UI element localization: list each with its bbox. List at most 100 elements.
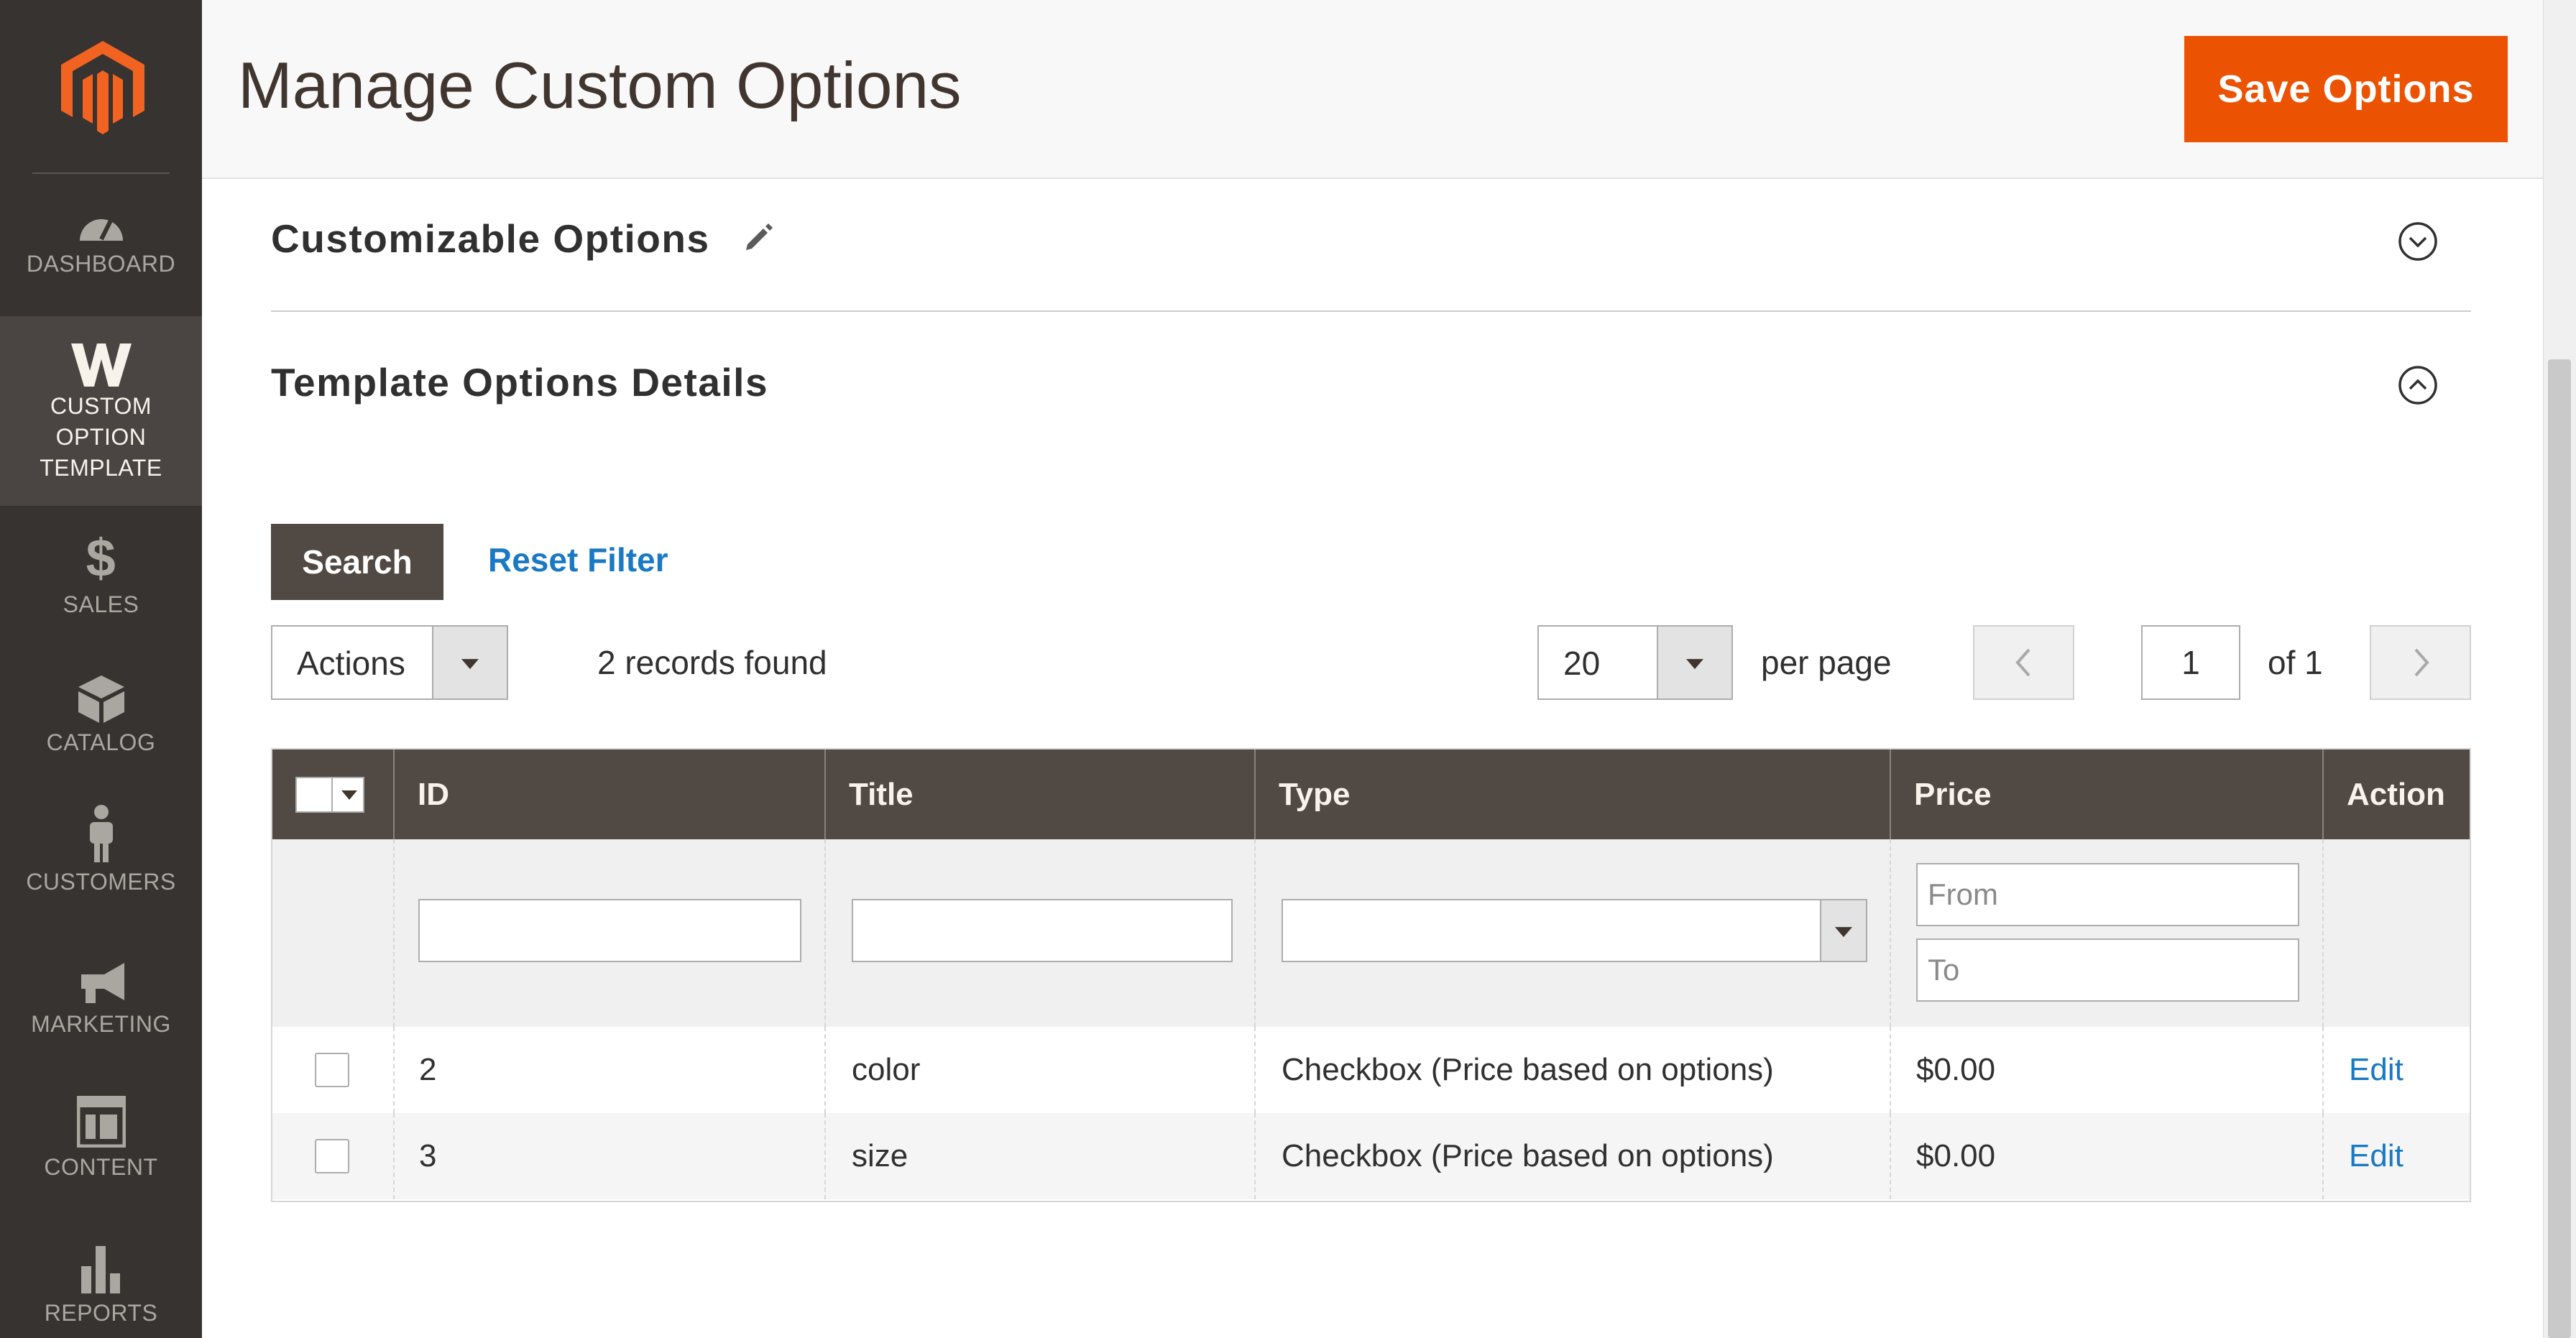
row-price: $0.00	[1916, 1052, 1996, 1087]
column-divider	[824, 1027, 826, 1113]
chevron-down-icon	[461, 659, 479, 670]
column-divider	[393, 1113, 395, 1199]
nav-customers-label: CUSTOMERS	[26, 869, 176, 895]
bar-chart-icon	[80, 1246, 120, 1293]
chevron-up-circle-icon[interactable]	[2398, 365, 2438, 405]
column-header-type[interactable]: Type	[1256, 749, 1891, 839]
title-filter-input[interactable]	[852, 899, 1233, 962]
type-filter-toggle[interactable]	[1820, 900, 1866, 961]
logo-divider	[32, 172, 170, 174]
app-window: DASHBOARD CUSTOM OPTION TEMPLATE $ SALES…	[0, 0, 2576, 1338]
price-to-input[interactable]: To	[1916, 938, 2299, 1002]
nav-custom-option-template[interactable]: CUSTOM OPTION TEMPLATE	[0, 316, 202, 506]
row-type: Checkbox (Price based on options)	[1282, 1052, 1774, 1087]
mass-actions-dropdown[interactable]: Actions	[271, 625, 508, 700]
column-divider	[1890, 1113, 1891, 1199]
column-divider	[824, 839, 826, 1027]
row-id: 3	[419, 1138, 437, 1173]
mass-actions-toggle[interactable]	[432, 627, 507, 698]
pencil-edit-icon[interactable]	[742, 221, 775, 254]
id-filter-input[interactable]	[418, 899, 801, 962]
mass-select-checkbox[interactable]	[295, 777, 364, 813]
table-row[interactable]: 3 size Checkbox (Price based on options)…	[272, 1113, 2470, 1199]
magento-logo[interactable]	[61, 41, 144, 134]
nav-custom-option-label-2: OPTION	[55, 424, 147, 450]
nav-marketing-label: MARKETING	[31, 1011, 171, 1037]
column-divider	[2322, 1027, 2324, 1113]
chevron-right-icon	[2414, 648, 2429, 677]
column-divider	[1254, 1113, 1256, 1199]
nav-dashboard[interactable]: DASHBOARD	[0, 205, 202, 280]
nav-marketing[interactable]: MARKETING	[0, 961, 202, 1040]
nav-catalog[interactable]: CATALOG	[0, 675, 202, 758]
chevron-down-icon	[341, 790, 357, 800]
nav-catalog-label: CATALOG	[46, 729, 156, 755]
chevron-down-icon	[1686, 659, 1703, 670]
mass-select-separator	[331, 778, 333, 811]
template-options-details-title[interactable]: Template Options Details	[271, 359, 768, 405]
per-page-select[interactable]: 20	[1537, 625, 1733, 700]
type-filter-select[interactable]	[1282, 899, 1867, 962]
mass-actions-label: Actions	[297, 645, 405, 682]
search-button[interactable]: Search	[271, 524, 443, 600]
nav-sales-label: SALES	[63, 591, 139, 617]
row-price: $0.00	[1916, 1138, 1996, 1173]
vertical-scrollbar[interactable]	[2543, 0, 2576, 1338]
custom-option-template-icon	[70, 343, 132, 387]
nav-content[interactable]: CONTENT	[0, 1096, 202, 1183]
row-title: color	[852, 1052, 921, 1087]
megaphone-icon	[80, 963, 124, 1003]
column-divider	[1254, 1027, 1256, 1113]
row-checkbox[interactable]	[315, 1053, 349, 1087]
column-header-action: Action	[2347, 777, 2445, 812]
nav-customers[interactable]: CUSTOMERS	[0, 805, 202, 898]
per-page-value: 20	[1563, 645, 1601, 682]
nav-custom-option-label-1: CUSTOM	[50, 393, 152, 419]
per-page-label: per page	[1761, 644, 1892, 681]
column-divider	[824, 1113, 826, 1199]
column-divider	[393, 839, 395, 1027]
chevron-left-icon	[2015, 648, 2030, 677]
nav-reports-label: REPORTS	[44, 1300, 158, 1326]
prev-page-button[interactable]	[1973, 625, 2074, 700]
customizable-options-title[interactable]: Customizable Options	[271, 216, 710, 262]
nav-dashboard-label: DASHBOARD	[26, 251, 176, 277]
reset-filter-link[interactable]: Reset Filter	[488, 540, 668, 579]
page-number-input[interactable]: 1	[2141, 625, 2240, 700]
column-header-price[interactable]: Price	[1891, 749, 2324, 839]
table-row[interactable]: 2 color Checkbox (Price based on options…	[272, 1027, 2470, 1113]
per-page-toggle[interactable]	[1657, 627, 1731, 698]
nav-sales[interactable]: $ SALES	[0, 532, 202, 620]
column-header-id[interactable]: ID	[395, 749, 826, 839]
grid-header-row: ID Title Type Price Action	[272, 749, 2470, 839]
save-options-button[interactable]: Save Options	[2184, 36, 2508, 142]
row-title: size	[852, 1138, 908, 1173]
chevron-down-icon	[1835, 927, 1852, 938]
row-edit-link[interactable]: Edit	[2349, 1027, 2404, 1113]
next-page-button[interactable]	[2370, 625, 2471, 700]
mass-select-header	[272, 749, 395, 839]
chevron-down-circle-icon[interactable]	[2398, 221, 2438, 262]
admin-sidebar: DASHBOARD CUSTOM OPTION TEMPLATE $ SALES…	[0, 0, 202, 1338]
dollar-icon: $	[86, 528, 116, 588]
content-layout-icon	[76, 1096, 126, 1148]
section-divider	[271, 310, 2471, 312]
column-divider	[1890, 839, 1891, 1027]
records-found-count: 2 records found	[597, 644, 827, 681]
column-header-title[interactable]: Title	[826, 749, 1256, 839]
row-id: 2	[419, 1052, 437, 1087]
price-from-input[interactable]: From	[1916, 863, 2299, 926]
page-total: of 1	[2268, 644, 2323, 681]
column-divider	[1890, 1027, 1891, 1113]
nav-reports[interactable]: REPORTS	[0, 1245, 202, 1329]
options-grid: ID Title Type Price Action From To 2 col…	[271, 748, 2471, 1202]
page-title: Manage Custom Options	[238, 50, 962, 122]
row-edit-link[interactable]: Edit	[2349, 1113, 2404, 1199]
catalog-box-icon	[78, 675, 124, 723]
grid-filter-row: From To	[272, 839, 2470, 1028]
nav-custom-option-label-3: TEMPLATE	[40, 455, 162, 481]
row-checkbox[interactable]	[315, 1139, 349, 1173]
customer-person-icon	[89, 805, 113, 862]
scrollbar-thumb[interactable]	[2548, 359, 2571, 1338]
column-divider	[393, 1027, 395, 1113]
